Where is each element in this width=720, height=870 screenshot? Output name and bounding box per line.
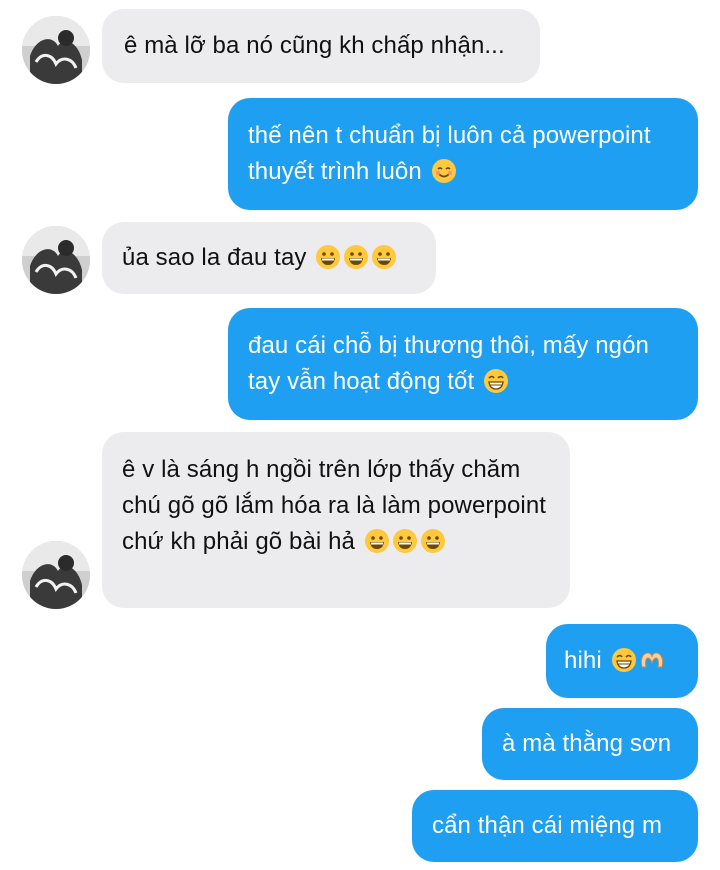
message-bubble-outgoing[interactable]: cẩn thận cái miệng m: [412, 790, 698, 862]
message-bubble-incoming[interactable]: ủa sao la đau tay: [102, 222, 436, 294]
grinning-emoji: [364, 528, 390, 554]
message-text: ê v là sáng h ngồi trên lớp thấy chăm ch…: [122, 456, 547, 555]
message-text: à mà thằng sơn: [502, 730, 672, 757]
message-bubble-incoming[interactable]: ê mà lỡ ba nó cũng kh chấp nhận...: [102, 9, 540, 83]
grinning-emoji: [371, 244, 397, 270]
message-bubble-outgoing[interactable]: thế nên t chuẩn bị luôn cả powerpoint th…: [228, 98, 698, 210]
grinning-emoji: [315, 244, 341, 270]
contact-avatar[interactable]: [22, 541, 90, 609]
message-bubble-incoming[interactable]: ê v là sáng h ngồi trên lớp thấy chăm ch…: [102, 432, 570, 608]
message-text: ủa sao la đau tay: [122, 244, 307, 271]
message-bubble-outgoing[interactable]: à mà thằng sơn: [482, 708, 698, 780]
grinning-emoji: [420, 528, 446, 554]
message-bubble-outgoing[interactable]: hihi: [546, 624, 698, 698]
heart-hands-emoji: [639, 647, 665, 673]
grinning-emoji: [343, 244, 369, 270]
beaming-emoji: [611, 647, 637, 673]
message-text: ê mà lỡ ba nó cũng kh chấp nhận...: [124, 32, 505, 59]
message-bubble-outgoing[interactable]: đau cái chỗ bị thương thôi, mấy ngón tay…: [228, 308, 698, 420]
message-text: đau cái chỗ bị thương thôi, mấy ngón tay…: [248, 332, 649, 395]
grinning-emoji: [392, 528, 418, 554]
contact-avatar[interactable]: [22, 226, 90, 294]
beaming-emoji: [483, 368, 509, 394]
message-text: cẩn thận cái miệng m: [432, 812, 663, 839]
contact-avatar[interactable]: [22, 16, 90, 84]
message-text: hihi: [564, 647, 602, 674]
smiling-blush-emoji: [431, 158, 457, 184]
